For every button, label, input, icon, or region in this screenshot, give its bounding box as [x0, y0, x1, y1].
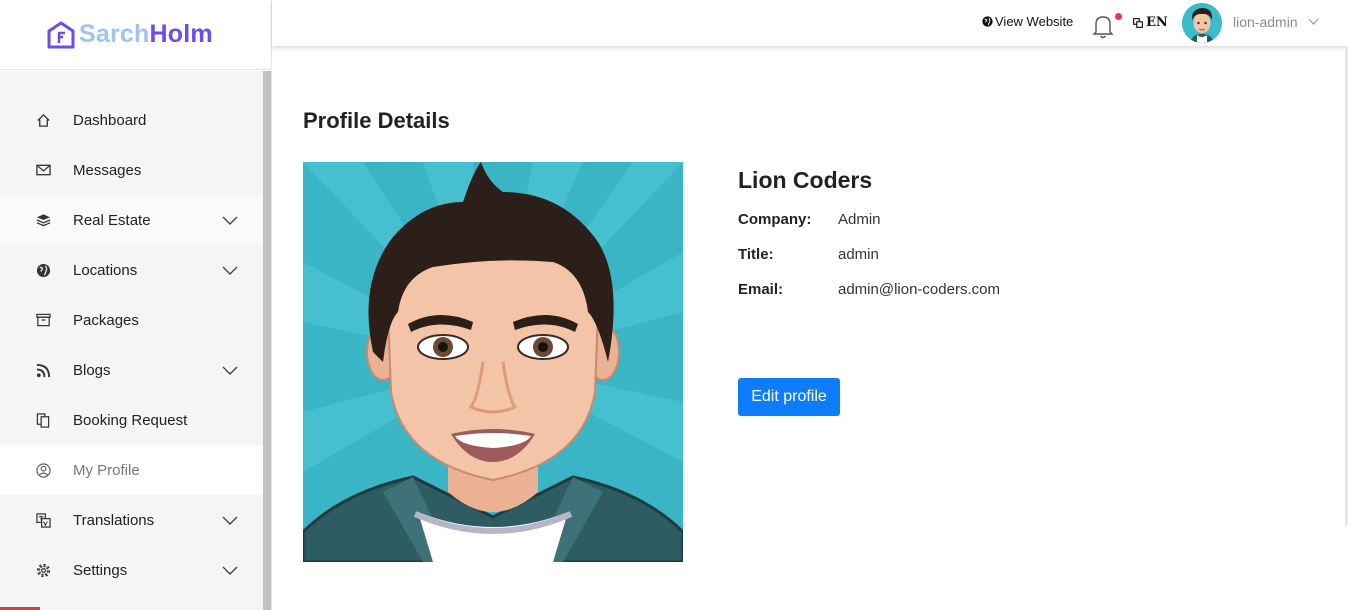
email-label: Email:	[738, 281, 784, 298]
username-label[interactable]: lion-admin	[1233, 14, 1298, 30]
chevron-down-icon	[222, 266, 238, 275]
chevron-down-icon	[222, 216, 238, 225]
sidebar-item-label: Packages	[73, 311, 139, 329]
sidebar-item-locations[interactable]: Locations	[0, 245, 264, 295]
sidebar-item-label: Locations	[73, 261, 138, 279]
sidebar-item-dashboard[interactable]: Dashboard	[0, 95, 264, 145]
sidebar-item-label: Translations	[73, 511, 155, 529]
sidebar-item-booking-request[interactable]: Booking Request	[0, 395, 264, 445]
layers-icon	[35, 212, 51, 228]
chevron-down-icon	[222, 366, 238, 375]
sidebar-item-label: Dashboard	[73, 111, 147, 129]
language-selector[interactable]: EN	[1133, 15, 1168, 30]
profile-name: Lion Coders	[738, 167, 873, 193]
title-label: Title:	[738, 246, 774, 263]
sidebar-item-label: Blogs	[73, 361, 111, 379]
rss-icon	[35, 362, 51, 378]
sidebar-item-label: Real Estate	[73, 211, 151, 229]
sidebar-scrollbar[interactable]	[263, 71, 271, 610]
view-website-link[interactable]: View Website	[982, 14, 1073, 29]
sidebar-item-real-estate[interactable]: Real Estate	[0, 195, 264, 245]
user-circle-icon	[35, 462, 51, 478]
email-value: admin@lion-coders.com	[838, 281, 1000, 298]
edit-profile-button[interactable]: Edit profile	[738, 378, 840, 416]
bell-icon[interactable]	[1092, 12, 1114, 40]
company-row: Company: Admin	[738, 211, 881, 228]
sidebar-item-label: Booking Request	[73, 411, 188, 429]
company-label: Company:	[738, 211, 812, 228]
sidebar-item-label: Settings	[73, 561, 128, 579]
page-title: Profile Details	[303, 108, 450, 133]
view-website-label: View Website	[995, 14, 1074, 29]
notification-dot	[1115, 13, 1122, 20]
sidebar-item-packages[interactable]: Packages	[0, 295, 264, 345]
globe-icon	[35, 262, 51, 278]
sidebar-item-my-profile[interactable]: My Profile	[0, 445, 264, 495]
sidebar-item-blogs[interactable]: Blogs	[0, 345, 264, 395]
company-value: Admin	[838, 211, 881, 228]
brand-logo[interactable]: SarchHolm	[0, 0, 271, 70]
language-label: EN	[1146, 15, 1168, 30]
translate-icon	[35, 512, 51, 528]
gear-icon	[35, 562, 51, 578]
caret-down-icon[interactable]	[1308, 18, 1319, 25]
house-logo-icon	[47, 21, 75, 48]
translate-icon	[1133, 17, 1143, 28]
archive-icon	[35, 312, 51, 328]
home-icon	[35, 112, 51, 128]
sidebar-item-label: Messages	[73, 161, 142, 179]
sidebar: SarchHolm Dashboard Messages Real Estate	[0, 0, 272, 610]
profile-avatar-illustration	[303, 162, 683, 562]
sidebar-item-messages[interactable]: Messages	[0, 145, 264, 195]
globe-icon	[982, 16, 993, 27]
brand-name-part1: Sarch	[79, 20, 150, 48]
avatar-illustration	[1182, 3, 1222, 43]
profile-photo	[303, 162, 683, 562]
top-header: View Website EN lion-admin	[272, 0, 1348, 46]
sidebar-item-translations[interactable]: Translations	[0, 495, 264, 545]
user-avatar[interactable]	[1182, 3, 1222, 43]
title-value: admin	[838, 246, 879, 263]
chevron-down-icon	[222, 566, 238, 575]
sidebar-menu: Dashboard Messages Real Estate Locations	[0, 71, 264, 610]
envelope-icon	[35, 162, 51, 178]
brand-name-part2: Holm	[149, 20, 213, 48]
copy-icon	[35, 412, 51, 428]
sidebar-item-label: My Profile	[73, 461, 140, 479]
sidebar-item-settings[interactable]: Settings	[0, 545, 264, 595]
chevron-down-icon	[222, 516, 238, 525]
email-row: Email: admin@lion-coders.com	[738, 281, 1000, 298]
title-row: Title: admin	[738, 246, 879, 263]
